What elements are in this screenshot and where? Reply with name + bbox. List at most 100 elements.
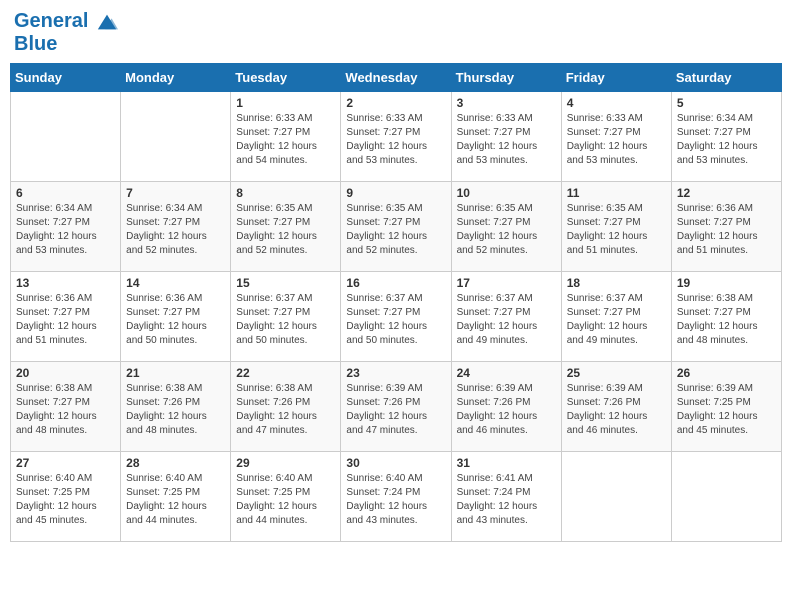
day-info: Sunrise: 6:34 AM Sunset: 7:27 PM Dayligh… [16,202,115,258]
day-info: Sunrise: 6:38 AM Sunset: 7:27 PM Dayligh… [16,382,115,438]
day-info: Sunrise: 6:35 AM Sunset: 7:27 PM Dayligh… [346,202,445,258]
calendar-cell: 14 Sunrise: 6:36 AM Sunset: 7:27 PM Dayli… [121,271,231,361]
weekday-header-tuesday: Tuesday [231,63,341,91]
day-number: 23 [346,366,445,380]
calendar-cell: 13Sunrise: 6:36 AM Sunset: 7:27 PM Dayli… [11,271,121,361]
day-number: 6 [16,186,115,200]
day-info: Sunrise: 6:38 AM Sunset: 7:26 PM Dayligh… [236,382,335,438]
day-info: Sunrise: 6:39 AM Sunset: 7:26 PM Dayligh… [457,382,556,438]
calendar-cell: 10 Sunrise: 6:35 AM Sunset: 7:27 PM Dayli… [451,181,561,271]
day-info: Sunrise: 6:40 AM Sunset: 7:24 PM Dayligh… [346,472,445,528]
day-number: 30 [346,456,445,470]
page-header: General Blue [10,10,782,55]
day-number: 19 [677,276,776,290]
day-info: Sunrise: 6:33 AM Sunset: 7:27 PM Dayligh… [346,112,445,168]
day-number: 7 [126,186,225,200]
day-info: Sunrise: 6:36 AM Sunset: 7:27 PM Dayligh… [126,292,225,348]
calendar-cell: 25 Sunrise: 6:39 AM Sunset: 7:26 PM Dayli… [561,361,671,451]
day-info: Sunrise: 6:37 AM Sunset: 7:27 PM Dayligh… [567,292,666,348]
day-number: 15 [236,276,335,290]
calendar-cell: 3Sunrise: 6:33 AM Sunset: 7:27 PM Daylig… [451,91,561,181]
calendar-cell: 29 Sunrise: 6:40 AM Sunset: 7:25 PM Dayli… [231,451,341,541]
calendar-cell: 6 Sunrise: 6:34 AM Sunset: 7:27 PM Daylig… [11,181,121,271]
weekday-header-thursday: Thursday [451,63,561,91]
day-number: 13 [16,276,115,290]
calendar-cell [671,451,781,541]
calendar-cell: 31 Sunrise: 6:41 AM Sunset: 7:24 PM Dayli… [451,451,561,541]
day-number: 10 [457,186,556,200]
day-number: 26 [677,366,776,380]
calendar-cell: 2 Sunrise: 6:33 AM Sunset: 7:27 PM Daylig… [341,91,451,181]
day-number: 27 [16,456,115,470]
day-info: Sunrise: 6:39 AM Sunset: 7:26 PM Dayligh… [567,382,666,438]
calendar-table: SundayMondayTuesdayWednesdayThursdayFrid… [10,63,782,542]
calendar-cell: 19 Sunrise: 6:38 AM Sunset: 7:27 PM Dayli… [671,271,781,361]
day-info: Sunrise: 6:34 AM Sunset: 7:27 PM Dayligh… [677,112,776,168]
day-info: Sunrise: 6:39 AM Sunset: 7:25 PM Dayligh… [677,382,776,438]
day-info: Sunrise: 6:40 AM Sunset: 7:25 PM Dayligh… [236,472,335,528]
day-info: Sunrise: 6:40 AM Sunset: 7:25 PM Dayligh… [16,472,115,528]
calendar-cell: 11Sunrise: 6:35 AM Sunset: 7:27 PM Dayli… [561,181,671,271]
day-info: Sunrise: 6:41 AM Sunset: 7:24 PM Dayligh… [457,472,556,528]
calendar-cell: 28Sunrise: 6:40 AM Sunset: 7:25 PM Dayli… [121,451,231,541]
calendar-cell [11,91,121,181]
day-number: 2 [346,96,445,110]
day-number: 12 [677,186,776,200]
calendar-cell: 30 Sunrise: 6:40 AM Sunset: 7:24 PM Dayli… [341,451,451,541]
day-number: 17 [457,276,556,290]
day-number: 20 [16,366,115,380]
logo-blue: Blue [14,33,118,55]
day-number: 14 [126,276,225,290]
calendar-cell: 22 Sunrise: 6:38 AM Sunset: 7:26 PM Dayli… [231,361,341,451]
logo: General Blue [14,10,118,55]
calendar-cell: 20 Sunrise: 6:38 AM Sunset: 7:27 PM Dayli… [11,361,121,451]
day-number: 9 [346,186,445,200]
day-info: Sunrise: 6:35 AM Sunset: 7:27 PM Dayligh… [236,202,335,258]
day-info: Sunrise: 6:38 AM Sunset: 7:26 PM Dayligh… [126,382,225,438]
day-info: Sunrise: 6:36 AM Sunset: 7:27 PM Dayligh… [677,202,776,258]
calendar-cell: 5 Sunrise: 6:34 AM Sunset: 7:27 PM Daylig… [671,91,781,181]
day-number: 25 [567,366,666,380]
day-info: Sunrise: 6:38 AM Sunset: 7:27 PM Dayligh… [677,292,776,348]
calendar-week-3: 13 Sunrise: 6:36 AM Sunset: 7:27 PM Dayli… [11,271,782,361]
day-info: Sunrise: 6:34 AM Sunset: 7:27 PM Dayligh… [126,202,225,258]
day-number: 31 [457,456,556,470]
calendar-cell: 8 Sunrise: 6:35 AM Sunset: 7:27 PM Daylig… [231,181,341,271]
calendar-cell: 18 Sunrise: 6:37 AM Sunset: 7:27 PM Dayli… [561,271,671,361]
calendar-cell [561,451,671,541]
calendar-cell: 15 Sunrise: 6:37 AM Sunset: 7:27 PM Dayli… [231,271,341,361]
day-number: 3 [457,96,556,110]
day-info: Sunrise: 6:35 AM Sunset: 7:27 PM Dayligh… [457,202,556,258]
day-info: Sunrise: 6:40 AM Sunset: 7:25 PM Dayligh… [126,472,225,528]
calendar-cell: 21Sunrise: 6:38 AM Sunset: 7:26 PM Dayli… [121,361,231,451]
day-info: Sunrise: 6:35 AM Sunset: 7:27 PM Dayligh… [567,202,666,258]
day-number: 5 [677,96,776,110]
day-number: 29 [236,456,335,470]
calendar-cell [121,91,231,181]
day-number: 1 [236,96,335,110]
calendar-cell: 4 Sunrise: 6:33 AM Sunset: 7:27 PM Daylig… [561,91,671,181]
calendar-week-4: 20 Sunrise: 6:38 AM Sunset: 7:27 PM Dayli… [11,361,782,451]
day-number: 4 [567,96,666,110]
weekday-header-wednesday: Wednesday [341,63,451,91]
day-info: Sunrise: 6:33 AM Sunset: 7:27 PM Dayligh… [236,112,335,168]
calendar-header-row: SundayMondayTuesdayWednesdayThursdayFrid… [11,63,782,91]
day-number: 18 [567,276,666,290]
calendar-cell: 24Sunrise: 6:39 AM Sunset: 7:26 PM Dayli… [451,361,561,451]
day-number: 16 [346,276,445,290]
weekday-header-sunday: Sunday [11,63,121,91]
day-info: Sunrise: 6:37 AM Sunset: 7:27 PM Dayligh… [346,292,445,348]
calendar-cell: 7 Sunrise: 6:34 AM Sunset: 7:27 PM Daylig… [121,181,231,271]
logo-icon [96,11,118,33]
calendar-cell: 27 Sunrise: 6:40 AM Sunset: 7:25 PM Dayli… [11,451,121,541]
day-info: Sunrise: 6:33 AM Sunset: 7:27 PM Dayligh… [567,112,666,168]
day-number: 8 [236,186,335,200]
day-info: Sunrise: 6:37 AM Sunset: 7:27 PM Dayligh… [236,292,335,348]
weekday-header-saturday: Saturday [671,63,781,91]
day-info: Sunrise: 6:39 AM Sunset: 7:26 PM Dayligh… [346,382,445,438]
logo-text: General [14,10,118,33]
day-info: Sunrise: 6:37 AM Sunset: 7:27 PM Dayligh… [457,292,556,348]
day-number: 22 [236,366,335,380]
calendar-cell: 12 Sunrise: 6:36 AM Sunset: 7:27 PM Dayli… [671,181,781,271]
calendar-cell: 17 Sunrise: 6:37 AM Sunset: 7:27 PM Dayli… [451,271,561,361]
